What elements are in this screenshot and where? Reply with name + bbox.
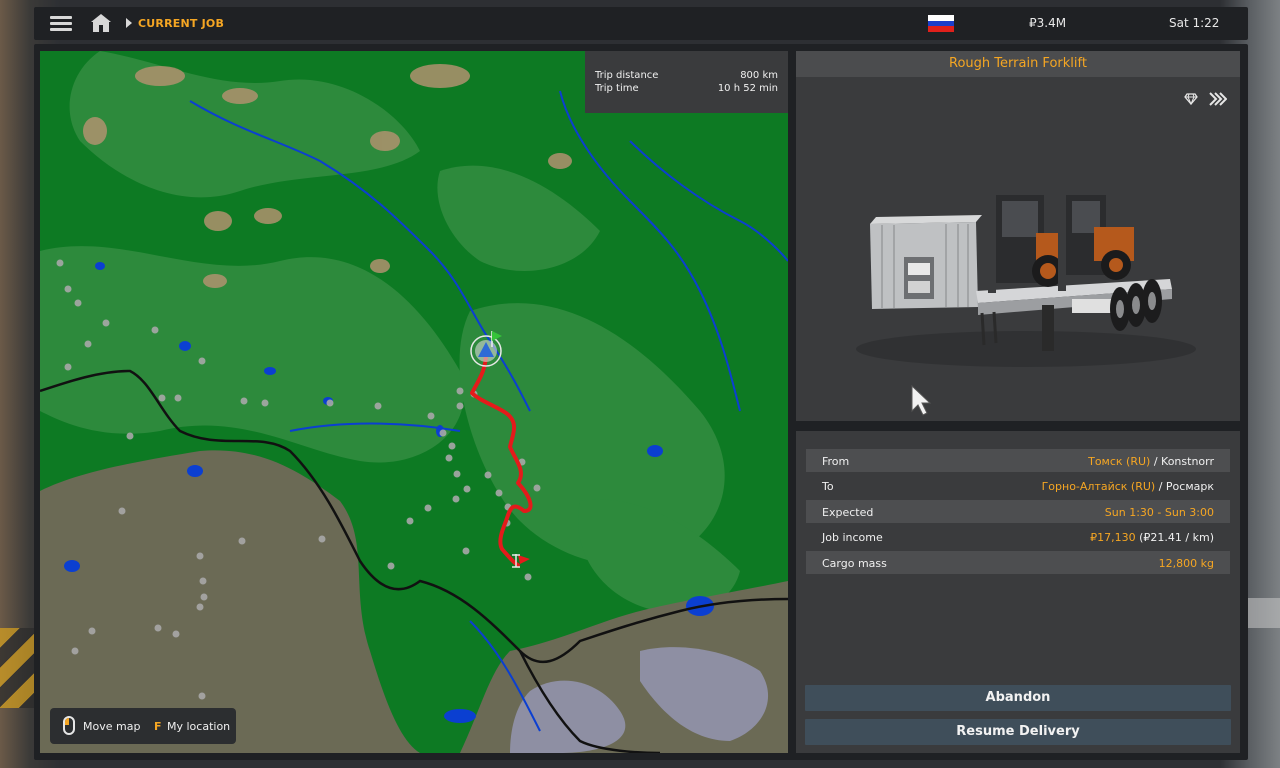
breadcrumb-current-job[interactable]: CURRENT JOB: [138, 17, 224, 30]
expected-label: Expected: [822, 506, 874, 519]
to-city: Горно-Алтайск (RU): [1041, 480, 1156, 493]
background-detail: [1244, 598, 1280, 628]
gem-icon[interactable]: [1184, 93, 1198, 105]
abandon-button[interactable]: Abandon: [805, 685, 1231, 711]
to-company: Росмарк: [1165, 480, 1214, 493]
to-value: Горно-Алтайск (RU) / Росмарк: [1042, 480, 1214, 493]
income-row: Job income ₽17,130 (₽21.41 / km): [806, 525, 1230, 548]
to-label: To: [822, 480, 834, 493]
my-location-key: F: [154, 720, 162, 733]
mass-label: Cargo mass: [822, 557, 887, 570]
to-row: To Горно-Алтайск (RU) / Росмарк: [806, 474, 1230, 497]
from-value: Томск (RU) / Konstnorr: [1088, 455, 1214, 468]
map-canvas[interactable]: [40, 51, 788, 753]
trailer-forklift-image: [856, 193, 1196, 367]
top-bar: CURRENT JOB ₽3.4M Sat 1:22: [34, 7, 1248, 40]
from-company: Konstnorr: [1161, 455, 1214, 468]
cursor-icon: [911, 385, 932, 416]
map-controls-hint: Move map F My location: [50, 708, 236, 744]
to-separator: /: [1155, 480, 1166, 493]
move-map-label: Move map: [83, 720, 141, 733]
cargo-preview[interactable]: [796, 77, 1240, 421]
russia-flag-icon: [928, 15, 954, 33]
menu-icon[interactable]: [50, 13, 72, 33]
trip-distance-value: 800 km: [740, 70, 778, 81]
trip-distance-row: Trip distance 800 km: [595, 70, 778, 81]
home-icon[interactable]: [90, 13, 112, 33]
expected-row: Expected Sun 1:30 - Sun 3:00: [806, 500, 1230, 523]
trip-time-value: 10 h 52 min: [717, 83, 778, 94]
fast-forward-icon[interactable]: [1209, 92, 1227, 106]
mass-value: 12,800 kg: [1158, 557, 1214, 570]
from-row: From Томск (RU) / Konstnorr: [806, 449, 1230, 472]
route-map[interactable]: [40, 51, 788, 753]
from-label: From: [822, 455, 850, 468]
income-rate: (₽21.41 / km): [1135, 531, 1214, 544]
from-separator: /: [1150, 455, 1162, 468]
game-time: Sat 1:22: [1169, 16, 1220, 30]
trip-info: Trip distance 800 km Trip time 10 h 52 m…: [585, 51, 788, 113]
income-value: ₽17,130 (₽21.41 / km): [1090, 531, 1214, 544]
expected-value: Sun 1:30 - Sun 3:00: [1104, 506, 1214, 519]
mouse-icon: [63, 716, 75, 735]
trip-distance-label: Trip distance: [595, 70, 659, 81]
from-city: Томск (RU): [1088, 455, 1151, 468]
income-amount: ₽17,130: [1090, 531, 1136, 544]
money-balance: ₽3.4M: [1029, 16, 1067, 30]
resume-delivery-button[interactable]: Resume Delivery: [805, 719, 1231, 745]
cargo-title: Rough Terrain Forklift: [796, 51, 1240, 77]
trip-time-label: Trip time: [595, 83, 639, 94]
income-label: Job income: [822, 531, 883, 544]
breadcrumb-arrow-icon: [126, 18, 132, 28]
mass-row: Cargo mass 12,800 kg: [806, 551, 1230, 574]
my-location-button[interactable]: My location: [167, 720, 230, 733]
trip-time-row: Trip time 10 h 52 min: [595, 83, 778, 94]
